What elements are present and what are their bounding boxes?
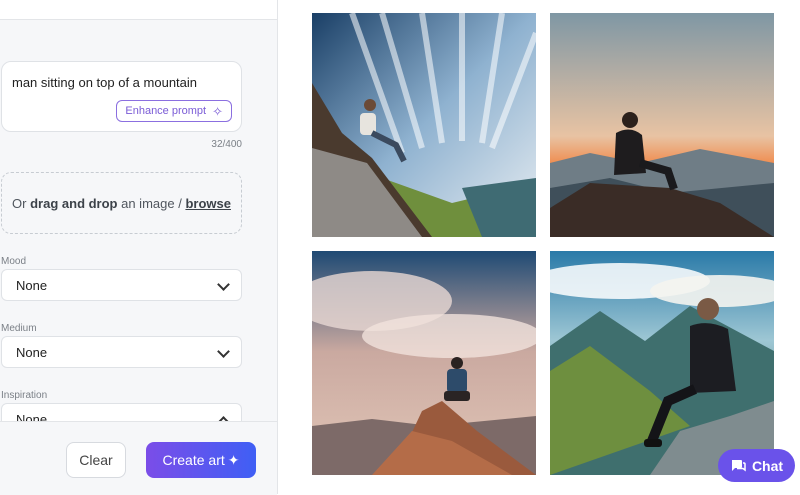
generated-image-4[interactable] [550,251,774,475]
settings-panel: man sitting on top of a mountain Enhance… [0,0,278,495]
inspiration-label: Inspiration [1,390,48,401]
sparkle-icon: ✦ [227,451,240,468]
chat-icon [731,459,746,471]
enhance-prompt-button[interactable]: Enhance prompt ✧ [116,100,232,122]
browse-link[interactable]: browse [185,196,231,211]
mood-value: None [16,278,48,293]
enhance-prompt-label: Enhance prompt [125,105,207,117]
image-dropzone[interactable]: Or drag and drop an image / browse [1,172,242,234]
prompt-text[interactable]: man sitting on top of a mountain [12,75,197,90]
generated-image-1[interactable] [312,13,536,237]
sparkle-icon: ✧ [212,103,223,119]
dropzone-prefix: Or [12,195,31,211]
chat-button[interactable]: Chat [718,449,795,482]
chat-label: Chat [751,457,784,474]
generated-image-2[interactable] [550,13,774,237]
mood-label: Mood [1,256,27,267]
clear-button[interactable]: Clear [66,442,126,478]
clear-label: Clear [79,452,113,468]
medium-label: Medium [1,323,37,334]
dropzone-middle: an image / [117,195,186,211]
create-art-label: Create art [162,452,225,468]
chevron-down-icon [217,345,230,358]
dropzone-drag-label: drag and drop [30,195,118,211]
chevron-down-icon [217,278,230,291]
create-art-button[interactable]: Create art ✦ [146,442,256,478]
action-footer: Clear Create art ✦ [0,421,277,495]
mood-select[interactable]: None [1,269,242,301]
generated-image-3[interactable] [312,251,536,475]
character-count: 32/400 [211,139,242,150]
medium-value: None [16,345,48,360]
panel-header [0,0,277,20]
medium-select[interactable]: None [1,336,242,368]
prompt-input[interactable]: man sitting on top of a mountain Enhance… [1,61,242,132]
